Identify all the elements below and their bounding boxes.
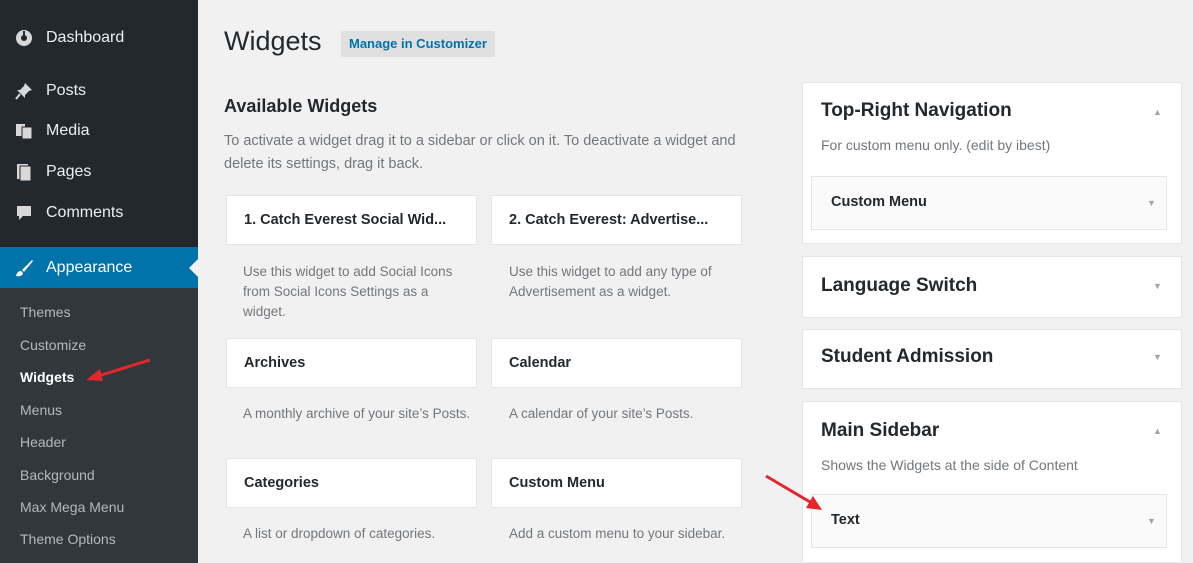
menu-item-label: Dashboard xyxy=(46,29,125,46)
menu-item-dashboard[interactable]: Dashboard xyxy=(0,18,198,58)
submenu-item-theme-options[interactable]: Theme Options xyxy=(20,531,116,547)
collapse-arrow-icon[interactable]: ▲ xyxy=(1153,426,1162,436)
widget-archives[interactable]: Archives xyxy=(226,338,477,388)
pages-icon xyxy=(14,162,34,182)
widget-catch-everest-social[interactable]: 1. Catch Everest Social Wid... xyxy=(226,195,477,245)
widget-description: A calendar of your site’s Posts. xyxy=(509,406,694,421)
menu-item-label: Media xyxy=(46,122,90,139)
annotation-arrow-icon xyxy=(86,358,151,381)
active-indicator xyxy=(189,258,198,277)
menu-item-media[interactable]: Media xyxy=(0,111,198,151)
pin-icon xyxy=(14,81,34,101)
submenu-item-max-mega-menu[interactable]: Max Mega Menu xyxy=(20,499,124,515)
menu-item-pages[interactable]: Pages xyxy=(0,152,198,192)
appearance-submenu: Themes Customize Widgets Menus Header Ba… xyxy=(0,288,198,563)
menu-item-label: Comments xyxy=(46,204,124,221)
widget-categories[interactable]: Categories xyxy=(226,458,477,508)
expand-arrow-icon[interactable]: ▼ xyxy=(1147,198,1156,208)
sidebar-area-description: For custom menu only. (edit by ibest) xyxy=(821,137,1051,153)
widget-calendar[interactable]: Calendar xyxy=(491,338,742,388)
menu-item-label: Posts xyxy=(46,82,87,99)
manage-in-customizer-button[interactable]: Manage in Customizer xyxy=(341,31,495,57)
submenu-item-header[interactable]: Header xyxy=(20,434,66,450)
submenu-item-menus[interactable]: Menus xyxy=(20,402,62,418)
placed-widget-custom-menu[interactable]: Custom Menu ▼ xyxy=(811,176,1167,230)
submenu-item-themes[interactable]: Themes xyxy=(20,304,71,320)
expand-arrow-icon[interactable]: ▼ xyxy=(1147,516,1156,526)
widget-description: Use this widget to add Social Icons from… xyxy=(243,264,453,319)
sidebar-area-language-switch[interactable]: Language Switch ▼ xyxy=(802,256,1182,318)
admin-sidebar: Dashboard Posts Media Pages Comments App… xyxy=(0,0,198,563)
sidebar-area-title[interactable]: Student Admission xyxy=(821,346,993,368)
widget-description: A monthly archive of your site’s Posts. xyxy=(243,406,471,421)
widget-custom-menu[interactable]: Custom Menu xyxy=(491,458,742,508)
available-widgets-title: Available Widgets xyxy=(224,96,378,116)
collapse-arrow-icon[interactable]: ▲ xyxy=(1153,107,1162,117)
annotation-arrow-icon xyxy=(765,474,822,510)
menu-item-label: Appearance xyxy=(46,258,133,276)
sidebar-area-title[interactable]: Top-Right Navigation xyxy=(821,100,1012,122)
menu-item-appearance[interactable]: Appearance xyxy=(0,247,198,288)
placed-widget-text[interactable]: Text ▼ xyxy=(811,494,1167,548)
page-title: Widgets xyxy=(224,26,322,56)
expand-arrow-icon[interactable]: ▼ xyxy=(1153,352,1162,362)
comment-icon xyxy=(14,203,34,223)
menu-item-comments[interactable]: Comments xyxy=(0,193,198,233)
widget-description: Use this widget to add any type of Adver… xyxy=(509,264,712,299)
submenu-item-widgets[interactable]: Widgets xyxy=(20,369,74,385)
dashboard-icon xyxy=(14,28,34,48)
placed-widget-label: Custom Menu xyxy=(831,194,927,210)
brush-icon xyxy=(14,258,34,278)
submenu-item-customize[interactable]: Customize xyxy=(20,337,86,353)
submenu-item-background[interactable]: Background xyxy=(20,467,95,483)
expand-arrow-icon[interactable]: ▼ xyxy=(1153,281,1162,291)
widget-description: Add a custom menu to your sidebar. xyxy=(509,526,726,541)
placed-widget-label: Text xyxy=(831,512,860,528)
menu-item-posts[interactable]: Posts xyxy=(0,71,198,111)
media-icon xyxy=(14,121,34,141)
widget-description: A list or dropdown of categories. xyxy=(243,526,436,541)
menu-item-label: Pages xyxy=(46,163,92,180)
available-widgets-description: To activate a widget drag it to a sideba… xyxy=(224,133,736,172)
widget-catch-everest-advertisement[interactable]: 2. Catch Everest: Advertise... xyxy=(491,195,742,245)
sidebar-area-description: Shows the Widgets at the side of Content xyxy=(821,457,1078,473)
sidebar-area-title[interactable]: Main Sidebar xyxy=(821,420,939,442)
sidebar-area-student-admission[interactable]: Student Admission ▼ xyxy=(802,329,1182,389)
sidebar-area-title[interactable]: Language Switch xyxy=(821,275,977,297)
